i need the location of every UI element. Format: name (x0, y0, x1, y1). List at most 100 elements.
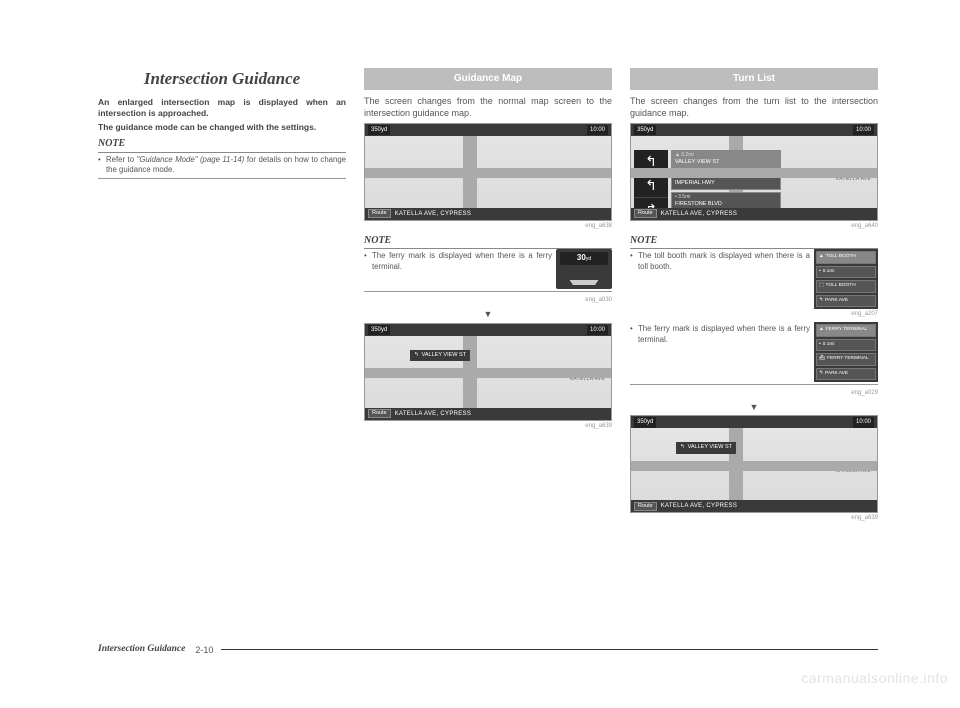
note-text: The ferry mark is displayed when there i… (638, 324, 810, 345)
intro-text: The screen changes from the turn list to… (630, 95, 878, 119)
distance-badge: 350yd (368, 325, 390, 335)
bullet-icon: • (630, 324, 638, 345)
clock: 10:00 (587, 325, 608, 335)
mini-list-item: ▲FERRY TERMINAL (816, 324, 876, 336)
note-item: • The ferry mark is displayed when there… (364, 249, 612, 289)
bullet-icon: • (364, 251, 372, 272)
map-body: KATELLA AVE (365, 136, 611, 208)
screenshot-bottombar: Route KATELLA AVE, CYPRESS (631, 500, 877, 512)
screenshot-bottombar: Route KATELLA AVE, CYPRESS (365, 208, 611, 220)
route-button[interactable]: Route (634, 209, 657, 218)
note-heading: NOTE (630, 234, 878, 250)
mini-list-item: ↰PARK AVE (816, 368, 876, 380)
note-divider (630, 384, 878, 385)
route-button[interactable]: Route (368, 209, 391, 218)
figure-caption: eng_a207 (630, 310, 878, 318)
down-arrow-icon: ▼ (630, 401, 878, 413)
down-arrow-icon: ▼ (364, 308, 612, 320)
note-divider (98, 178, 346, 179)
intro-text: The screen changes from the normal map s… (364, 95, 612, 119)
clock: 10:00 (853, 125, 874, 135)
note-divider (364, 291, 612, 292)
map-body: ↰ VALLEY VIEW ST KATELLA AVE (631, 428, 877, 500)
distance-badge: 350yd (634, 125, 656, 135)
note-text: The toll booth mark is displayed when th… (638, 251, 810, 272)
street-label-katella: KATELLA AVE (836, 176, 871, 183)
route-button[interactable]: Route (368, 409, 391, 418)
lead-paragraph-2: The guidance mode can be changed with th… (98, 122, 346, 133)
figure-caption: eng_a640 (630, 222, 878, 230)
note-item: • The toll booth mark is displayed when … (630, 249, 878, 309)
note-heading: NOTE (364, 234, 612, 250)
screenshot-bottombar: Route KATELLA AVE, CYPRESS (631, 208, 877, 220)
street-label-katella: KATELLA AVE (570, 376, 605, 383)
ship-icon (566, 267, 602, 285)
figure-caption: eng_a639 (364, 422, 612, 430)
footer-section-title: Intersection Guidance (98, 643, 185, 656)
mini-list-item: ▲TOLL BOOTH (816, 251, 876, 263)
figure-caption: eng_a030 (364, 296, 612, 304)
note-text: Refer to "Guidance Mode" (page 11-14) fo… (106, 155, 346, 176)
turn-arrow-icon: ↰ (680, 444, 685, 451)
note-item: • The ferry mark is displayed when there… (630, 322, 878, 382)
current-street: KATELLA AVE, CYPRESS (395, 410, 471, 418)
page-footer: Intersection Guidance 2-10 (98, 643, 878, 656)
mini-list-item: ⬚TOLL BOOTH (816, 280, 876, 292)
distance-badge: 350yd (634, 417, 656, 427)
figure-caption: eng_a638 (364, 222, 612, 230)
subheading-turn-list: Turn List (630, 68, 878, 90)
turn-street: IMPERIAL HWY (675, 180, 715, 187)
mini-list-item: ⛴FERRY TERMINAL (816, 353, 876, 365)
current-street: KATELLA AVE, CYPRESS (661, 502, 737, 510)
lead-paragraph-1: An enlarged intersection map is displaye… (98, 97, 346, 120)
map-body: ↰ VALLEY VIEW ST KATELLA AVE (365, 336, 611, 408)
screenshot-turn-list: 350yd 10:00 ↰ ↰ ↱ ▲ 0.2mi VALLEY VIEW ST (630, 123, 878, 221)
screenshot-normal-map: 350yd 10:00 KATELLA AVE Route KATELLA AV… (364, 123, 612, 221)
section-title: Intersection Guidance (98, 68, 346, 91)
columns: Intersection Guidance An enlarged inters… (98, 68, 878, 527)
street-label-katella: KATELLA AVE (570, 172, 605, 179)
street-label-katella: KATELLA AVE (836, 468, 871, 475)
clock: 10:00 (587, 125, 608, 135)
bullet-icon: • (630, 251, 638, 272)
screenshot-topbar: 350yd 10:00 (631, 416, 877, 428)
mini-list-item: •0.1mi (816, 266, 876, 278)
figure-caption: eng_a639 (630, 514, 878, 522)
column-3: Turn List The screen changes from the tu… (630, 68, 878, 527)
screenshot-topbar: 350yd 10:00 (365, 324, 611, 336)
screenshot-topbar: 350yd 10:00 (631, 124, 877, 136)
figure-caption: eng_a029 (630, 389, 878, 397)
screenshot-bottombar: Route KATELLA AVE, CYPRESS (365, 408, 611, 420)
ferry-mark-icon: 30yd (556, 249, 612, 289)
next-street-popup: ↰ VALLEY VIEW ST (676, 442, 736, 453)
note-item: • Refer to "Guidance Mode" (page 11-14) … (98, 155, 346, 176)
mini-list-item: •0.1mi (816, 339, 876, 351)
screenshot-topbar: 350yd 10:00 (365, 124, 611, 136)
next-street-popup: ↰ VALLEY VIEW ST (410, 350, 470, 361)
watermark: carmanualsonline.info (801, 669, 948, 688)
route-button[interactable]: Route (634, 502, 657, 511)
turn-street: VALLEY VIEW ST (675, 159, 719, 166)
column-1: Intersection Guidance An enlarged inters… (98, 68, 346, 527)
turn-arrow-icon: ↰ (414, 352, 419, 359)
ferry-mark-list-icon: ▲FERRY TERMINAL •0.1mi ⛴FERRY TERMINAL ↰… (814, 322, 878, 382)
bullet-icon: • (98, 155, 106, 176)
turn-left-icon: ↰ (634, 174, 668, 198)
turn-list-panel: ▲ 0.2mi VALLEY VIEW ST • 7.9mi IMPERIAL … (671, 150, 781, 212)
subheading-guidance-map: Guidance Map (364, 68, 612, 90)
turn-distance: • 7.9mi (675, 173, 715, 180)
turn-list-item[interactable]: • 7.9mi IMPERIAL HWY (671, 171, 781, 190)
current-street: KATELLA AVE, CYPRESS (395, 210, 471, 218)
column-2: Guidance Map The screen changes from the… (364, 68, 612, 527)
note-heading: NOTE (98, 137, 346, 153)
note-text: The ferry mark is displayed when there i… (372, 251, 552, 272)
turn-left-icon: ↰ (634, 150, 668, 174)
tollbooth-mark-icon: ▲TOLL BOOTH •0.1mi ⬚TOLL BOOTH ↰PARK AVE (814, 249, 878, 309)
manual-page: Intersection Guidance An enlarged inters… (98, 68, 878, 527)
turn-list-item[interactable]: ▲ 0.2mi VALLEY VIEW ST (671, 150, 781, 169)
footer-page-number: 2-10 (195, 644, 213, 656)
map-body: ↰ ↰ ↱ ▲ 0.2mi VALLEY VIEW ST (631, 136, 877, 208)
turn-distance: ▲ 0.2mi (675, 152, 719, 159)
distance-badge: 350yd (368, 125, 390, 135)
current-street: KATELLA AVE, CYPRESS (661, 210, 737, 218)
